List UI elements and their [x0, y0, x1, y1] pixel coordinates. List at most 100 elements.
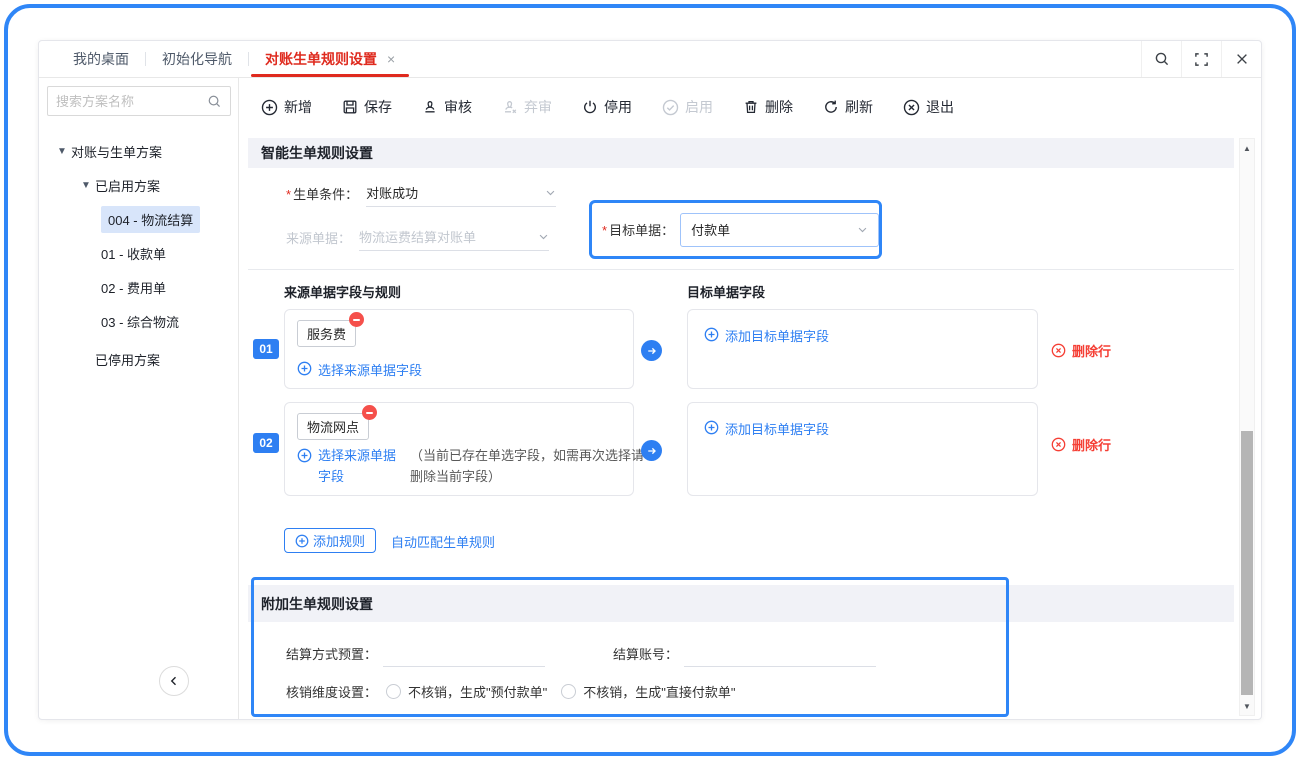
pick-source-field-link[interactable]: 选择来源单据字段: [297, 360, 422, 379]
column-header-source: 来源单据字段与规则: [284, 285, 402, 300]
remove-tag-icon[interactable]: [362, 405, 378, 420]
sidebar-collapse-button[interactable]: [159, 666, 189, 696]
add-target-field-link[interactable]: 添加目标单据字段: [704, 326, 829, 345]
chevron-left-icon: [170, 676, 176, 686]
divider: [248, 269, 1234, 270]
fullscreen-icon[interactable]: [1181, 41, 1221, 77]
radio-label-direct-payment: 不核销，生成"直接付款单": [583, 685, 736, 700]
close-icon[interactable]: [1221, 41, 1261, 77]
field-label: * 生单条件：: [286, 186, 359, 202]
settle-method-label: 结算方式预置：: [286, 646, 378, 662]
section-title-extra-rules: 附加生单规则设置: [248, 585, 1234, 622]
tree-node-004-logistics[interactable]: 004 - 物流结算: [39, 202, 238, 236]
verify-dimension-label: 核销维度设置：: [286, 685, 378, 700]
condition-select[interactable]: 对账成功: [366, 179, 557, 207]
content-area: 智能生单规则设置 * 生单条件： 对账成功 来源单据： 物流运费结算对账单 * …: [239, 136, 1261, 719]
scrollbar-thumb[interactable]: [1241, 431, 1253, 695]
caret-down-icon[interactable]: ▼: [77, 180, 95, 191]
map-arrow-icon[interactable]: [641, 340, 662, 361]
refresh-icon: [825, 100, 837, 113]
tab-label: 初始化导航: [162, 51, 232, 67]
tab-rule-settings[interactable]: 对账生单规则设置 ×: [249, 41, 411, 77]
target-fields-box-row2: 添加目标单据字段: [687, 402, 1038, 496]
field-source-document: 来源单据： 物流运费结算对账单: [286, 222, 550, 252]
search-icon[interactable]: [207, 94, 222, 109]
condition-value: 对账成功: [366, 186, 419, 201]
pick-source-field-link[interactable]: 选择来源单据字段 （当前已存在单选字段，如需再次选择请删除当前字段）: [297, 445, 648, 488]
field-label: * 目标单据：: [602, 223, 675, 238]
refresh-button[interactable]: 刷新: [823, 97, 873, 117]
delete-row-link-row2[interactable]: 删除行: [1051, 435, 1111, 454]
sidebar: ▼ 对账与生单方案 ▼ 已启用方案 004 - 物流结算 01 - 收款单 02: [39, 78, 239, 719]
source-fields-box-row1: 服务费 选择来源单据字段: [284, 309, 634, 389]
required-asterisk: *: [602, 223, 608, 238]
settle-account-input[interactable]: [684, 639, 877, 667]
link-label: 删除行: [1072, 438, 1112, 453]
button-label: 启用: [685, 99, 713, 115]
caret-down-icon[interactable]: ▼: [53, 146, 71, 157]
add-target-field-link[interactable]: 添加目标单据字段: [704, 419, 829, 438]
search-input[interactable]: [56, 93, 207, 109]
tab-close-icon[interactable]: ×: [387, 51, 395, 67]
single-select-note: （当前已存在单选字段，如需再次选择请删除当前字段）: [410, 448, 645, 485]
rule-row-number: 02: [253, 433, 279, 453]
tree-label-selected: 004 - 物流结算: [101, 205, 201, 233]
rule-row-number: 01: [253, 339, 279, 359]
add-button[interactable]: 新增: [261, 97, 312, 117]
tree-label: 03 - 综合物流: [101, 314, 180, 330]
field-tag[interactable]: 服务费: [297, 320, 357, 347]
source-doc-value: 物流运费结算对账单: [359, 230, 477, 245]
field-label: 来源单据：: [286, 230, 352, 246]
main-panel: 新增 保存 审核 弃审 停用 启用 删除 刷新 退出 智能生单规则设置 * 生单…: [239, 78, 1261, 719]
button-label: 停用: [604, 99, 632, 115]
map-arrow-icon[interactable]: [641, 440, 662, 461]
tabbar-actions: [1141, 41, 1261, 77]
delete-button[interactable]: 删除: [743, 97, 793, 117]
save-button[interactable]: 保存: [342, 97, 392, 117]
exit-button[interactable]: 退出: [903, 97, 954, 117]
stamp-icon: [425, 101, 435, 113]
target-doc-select[interactable]: 付款单: [680, 212, 879, 247]
delete-row-link-row1[interactable]: 删除行: [1051, 341, 1111, 360]
approve-button[interactable]: 审核: [422, 97, 472, 117]
tree-node-01-receipt[interactable]: 01 - 收款单: [39, 236, 238, 270]
tab-bar: 我的桌面 初始化导航 对账生单规则设置 ×: [39, 41, 1261, 78]
field-tag[interactable]: 物流网点: [297, 413, 370, 440]
verification-dimension-row: 核销维度设置： 不核销，生成"预付款单" 不核销，生成"直接付款单": [286, 682, 735, 701]
remove-tag-icon[interactable]: [349, 312, 365, 327]
settle-method-input[interactable]: [383, 639, 546, 667]
tree-node-disabled-schemes[interactable]: 已停用方案: [39, 342, 238, 376]
plus-circle-icon: [297, 448, 312, 463]
auto-match-link[interactable]: 自动匹配生单规则: [391, 532, 495, 551]
source-fields-box-row2: 物流网点 选择来源单据字段 （当前已存在单选字段，如需再次选择请删除当前字段）: [284, 402, 644, 496]
save-icon: [343, 100, 357, 114]
link-label: 选择来源单据字段: [318, 363, 423, 378]
search-icon[interactable]: [1141, 41, 1181, 77]
section-title-text: 智能生单规则设置: [261, 145, 373, 161]
plus-circle-icon: [297, 361, 312, 376]
vertical-scrollbar[interactable]: ▲ ▼: [1239, 138, 1255, 716]
tree-node-reconcile-schemes[interactable]: ▼ 对账与生单方案: [39, 134, 238, 168]
link-label: 添加目标单据字段: [725, 329, 830, 344]
target-document-highlight-box: * 目标单据： 付款单: [589, 200, 882, 259]
tab-my-desktop[interactable]: 我的桌面: [57, 41, 145, 77]
circle-x-icon: [1051, 437, 1066, 452]
settle-account-label: 结算账号：: [613, 646, 679, 662]
button-label: 添加规则: [313, 534, 366, 549]
radio-prepayment[interactable]: [386, 684, 402, 699]
tab-init-nav[interactable]: 初始化导航: [146, 41, 248, 77]
add-rule-button[interactable]: 添加规则: [284, 528, 377, 553]
radio-direct-payment[interactable]: [561, 684, 577, 699]
column-header-target: 目标单据字段: [687, 285, 766, 300]
tree-node-03-integrated[interactable]: 03 - 综合物流: [39, 304, 238, 338]
scroll-down-icon[interactable]: ▼: [1240, 699, 1254, 713]
plus-circle-icon: [704, 420, 719, 435]
disable-button[interactable]: 停用: [582, 97, 632, 117]
source-doc-select-disabled: 物流运费结算对账单: [359, 223, 550, 251]
toolbar: 新增 保存 审核 弃审 停用 启用 删除 刷新 退出: [239, 78, 1261, 136]
scroll-up-icon[interactable]: ▲: [1240, 141, 1254, 155]
tree-node-enabled-schemes[interactable]: ▼ 已启用方案: [39, 168, 238, 202]
app-window: 我的桌面 初始化导航 对账生单规则设置 × 搜索方案名称 ▼ 对账与生单方案 ▼…: [38, 40, 1262, 720]
tree-node-02-expense[interactable]: 02 - 费用单: [39, 270, 238, 304]
exit-icon: [903, 99, 920, 115]
